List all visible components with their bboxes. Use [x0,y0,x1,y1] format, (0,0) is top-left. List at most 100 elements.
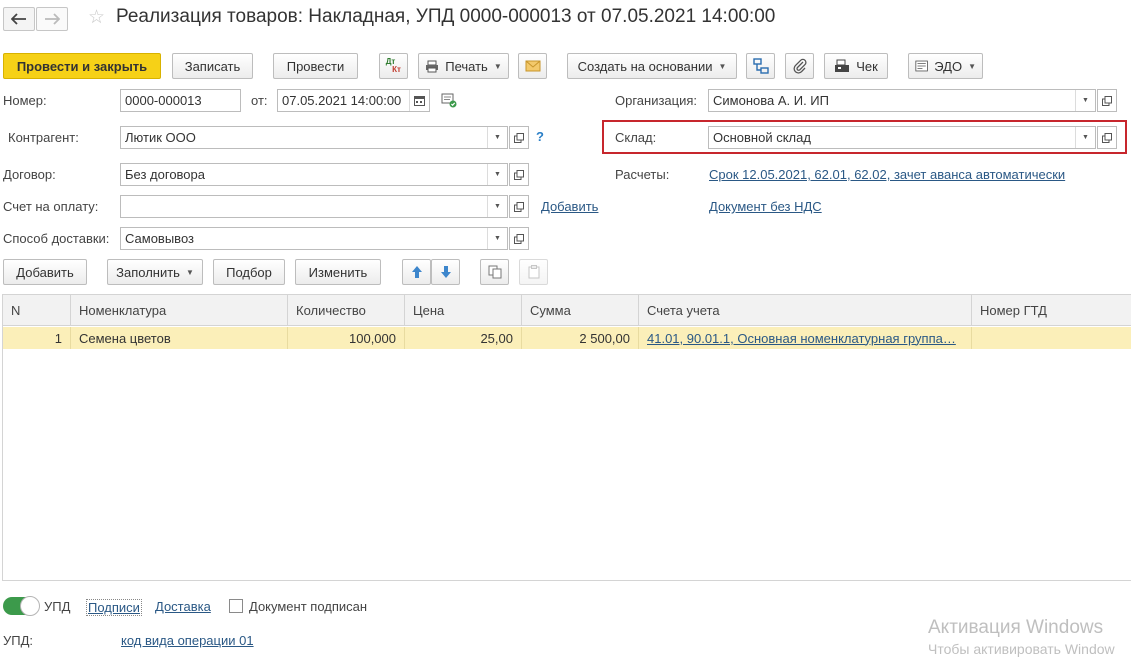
counterparty-label: Контрагент: [8,130,79,145]
warehouse-label: Склад: [615,130,657,145]
date-label: от: [251,93,268,108]
paperclip-icon [792,58,807,74]
print-button[interactable]: Печать ▼ [418,53,509,79]
edo-button[interactable]: ЭДО ▼ [908,53,983,79]
organization-value: Симонова А. И. ИП [713,93,829,108]
accounts-cell-link[interactable]: 41.01, 90.01.1, Основная номенклатурная … [639,327,972,349]
upd-toggle[interactable] [3,596,40,616]
comment-icon[interactable] [441,93,457,111]
document-signed-checkbox[interactable] [229,599,243,613]
column-header[interactable]: N [3,295,71,326]
goods-table[interactable]: N Номенклатура Количество Цена Сумма Сче… [2,294,1131,581]
post-button[interactable]: Провести [273,53,358,79]
dt-kt-button[interactable]: Дт Кт [379,53,408,79]
open-invoice-button[interactable] [509,195,529,218]
printer-icon [426,60,439,72]
column-header[interactable]: Количество [288,295,405,326]
fill-button[interactable]: Заполнить ▼ [107,259,203,285]
help-icon[interactable]: ? [536,129,544,144]
date-value: 07.05.2021 14:00:00 [282,93,402,108]
nomenclature-cell[interactable]: Семена цветов [71,327,288,349]
move-down-button[interactable] [431,259,460,285]
email-button[interactable] [518,53,547,79]
add-row-button[interactable]: Добавить [3,259,87,285]
move-up-button[interactable] [402,259,431,285]
post-and-close-button[interactable]: Провести и закрыть [3,53,161,79]
upd-toggle-label: УПД [44,599,71,614]
signatures-link[interactable]: Подписи [86,599,142,616]
invoice-field[interactable]: ▼ [120,195,508,218]
forward-button[interactable] [36,7,68,31]
number-field[interactable]: 0000-000013 [120,89,241,112]
arrow-down-icon [440,266,451,278]
vat-link[interactable]: Документ без НДС [709,199,822,214]
create-based-on-button[interactable]: Создать на основании ▼ [567,53,737,79]
counterparty-value: Лютик ООО [125,130,196,145]
open-delivery-button[interactable] [509,227,529,250]
warehouse-value: Основной склад [713,130,811,145]
delivery-field[interactable]: Самовывоз ▼ [120,227,508,250]
back-button[interactable] [3,7,35,31]
operation-code-link[interactable]: код вида операции 01 [121,633,254,648]
warehouse-field[interactable]: Основной склад ▼ [708,126,1096,149]
chevron-down-icon[interactable]: ▼ [1075,127,1095,148]
attach-button[interactable] [785,53,814,79]
date-field[interactable]: 07.05.2021 14:00:00 [277,89,430,112]
column-header[interactable]: Номер ГТД [972,295,1131,326]
open-form-icon [514,201,524,212]
envelope-icon [525,60,540,72]
chevron-down-icon: ▼ [185,267,194,277]
sum-cell[interactable]: 2 500,00 [522,327,639,349]
add-invoice-link[interactable]: Добавить [541,199,598,214]
copy-rows-button[interactable] [480,259,509,285]
chevron-down-icon[interactable]: ▼ [487,127,507,148]
contract-label: Договор: [3,167,56,182]
structure-button[interactable] [746,53,775,79]
change-button[interactable]: Изменить [295,259,381,285]
chevron-down-icon[interactable]: ▼ [1075,90,1095,111]
delivery-value: Самовывоз [125,231,194,246]
contract-value: Без договора [125,167,205,182]
table-row[interactable]: 1 Семена цветов 100,000 25,00 2 500,00 4… [3,327,1131,349]
delivery-link[interactable]: Доставка [155,599,211,614]
chevron-down-icon[interactable]: ▼ [487,164,507,185]
chevron-down-icon[interactable]: ▼ [487,196,507,217]
calendar-icon[interactable] [409,90,429,111]
arrow-up-icon [411,266,422,278]
price-cell[interactable]: 25,00 [405,327,522,349]
edo-label: ЭДО [934,58,963,74]
chevron-down-icon[interactable]: ▼ [487,228,507,249]
settlements-link[interactable]: Срок 12.05.2021, 62.01, 62.02, зачет ава… [709,167,1065,182]
open-organization-button[interactable] [1097,89,1117,112]
quantity-cell[interactable]: 100,000 [288,327,405,349]
arrow-left-icon [11,13,26,25]
column-header[interactable]: Цена [405,295,522,326]
pick-button[interactable]: Подбор [213,259,285,285]
paste-rows-button[interactable] [519,259,548,285]
open-form-icon [1102,95,1112,106]
print-label: Печать [445,58,488,74]
contract-field[interactable]: Без договора ▼ [120,163,508,186]
column-header[interactable]: Сумма [522,295,639,326]
edo-icon [915,60,928,72]
counterparty-field[interactable]: Лютик ООО ▼ [120,126,508,149]
invoice-label: Счет на оплату: [3,199,99,214]
column-header[interactable]: Номенклатура [71,295,288,326]
open-counterparty-button[interactable] [509,126,529,149]
settlements-label: Расчеты: [615,167,670,182]
toggle-knob [20,596,40,616]
save-button[interactable]: Записать [172,53,253,79]
page-title: Реализация товаров: Накладная, УПД 0000-… [116,6,776,27]
favorite-star-icon[interactable]: ☆ [88,6,105,29]
chevron-down-icon: ▼ [718,61,727,71]
receipt-label: Чек [856,58,878,74]
open-contract-button[interactable] [509,163,529,186]
gtd-number-cell[interactable] [972,327,1131,349]
chevron-down-icon: ▼ [493,61,502,71]
organization-field[interactable]: Симонова А. И. ИП ▼ [708,89,1096,112]
column-header[interactable]: Счета учета [639,295,972,326]
number-label: Номер: [3,93,47,108]
copy-icon [488,265,501,279]
open-warehouse-button[interactable] [1097,126,1117,149]
receipt-button[interactable]: Чек [824,53,888,79]
